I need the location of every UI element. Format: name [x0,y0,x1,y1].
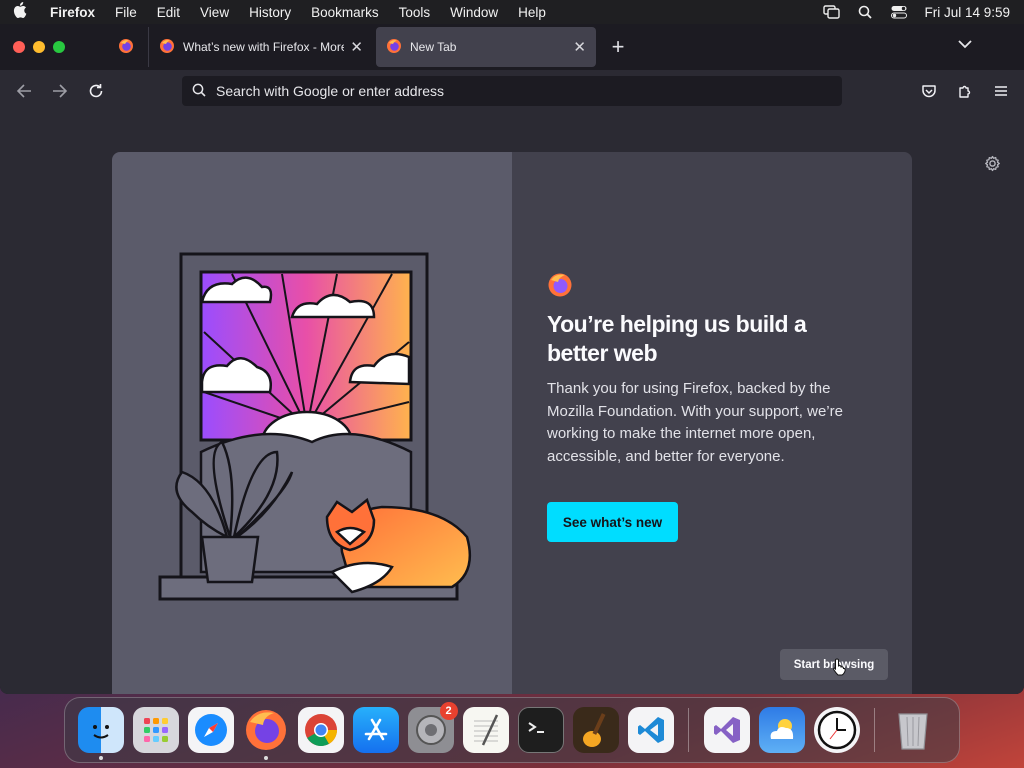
menu-file[interactable]: File [105,5,147,20]
tab-close-icon[interactable]: ✕ [573,38,586,56]
forward-arrow-icon[interactable] [42,76,78,106]
illustration-pane [112,152,512,694]
terminal-icon[interactable] [517,707,564,753]
minimize-window-button[interactable] [33,41,45,53]
launchpad-icon[interactable] [132,707,179,753]
pinned-tab[interactable] [104,27,148,67]
running-indicator [98,756,103,760]
control-center-icon[interactable] [890,5,908,19]
menu-tools[interactable]: Tools [389,5,441,20]
tab-new-tab[interactable]: New Tab ✕ [376,27,596,67]
extensions-puzzle-icon[interactable] [952,76,978,106]
gear-icon[interactable] [984,155,1001,177]
tab-bar: What’s new with Firefox - More ✕ New Tab… [0,24,1024,70]
reload-icon[interactable] [78,76,114,106]
firefox-logo-icon [547,272,573,303]
menubar-clock[interactable]: Fri Jul 14 9:59 [924,5,1010,20]
onboarding-heading: You’re helping us build a better web [547,311,807,366]
tab-title: What’s new with Firefox - More [183,40,345,54]
menu-edit[interactable]: Edit [147,5,190,20]
vscode-icon[interactable] [627,707,674,753]
menu-bookmarks[interactable]: Bookmarks [301,5,389,20]
firefox-icon[interactable] [243,707,289,760]
onboarding-body-text: Thank you for using Firefox, backed by t… [547,380,843,465]
see-whats-new-button[interactable]: See what’s new [547,502,678,542]
menu-help[interactable]: Help [508,5,556,20]
search-icon [192,83,206,100]
visual-studio-icon[interactable] [703,707,750,753]
macos-dock: 2 [64,697,960,763]
firefox-favicon-icon [118,38,134,57]
running-indicator [263,756,268,760]
mouse-pointer-icon [832,658,846,681]
new-tab-page: You’re helping us build a better web Tha… [0,112,1024,694]
back-arrow-icon[interactable] [6,76,42,106]
menu-window[interactable]: Window [440,5,508,20]
fox-window-illustration [158,252,472,601]
menu-bar: Firefox File Edit View History Bookmarks… [0,0,1024,24]
menu-app-name[interactable]: Firefox [40,5,105,20]
chrome-icon[interactable] [297,707,344,753]
safari-icon[interactable] [187,707,234,753]
notification-badge: 2 [439,702,458,720]
navigation-toolbar: Search with Google or enter address [0,70,1024,112]
hamburger-menu-icon[interactable] [988,76,1014,106]
zoom-window-button[interactable] [53,41,65,53]
system-settings-icon[interactable]: 2 [407,702,458,753]
tab-close-icon[interactable]: ✕ [350,38,363,56]
firefox-window: What’s new with Firefox - More ✕ New Tab… [0,24,1024,694]
firefox-favicon-icon [159,38,175,57]
new-tab-plus-icon[interactable]: + [596,34,640,60]
list-all-tabs-chevron-icon[interactable] [958,36,972,52]
weather-icon[interactable] [758,707,805,753]
address-bar-placeholder: Search with Google or enter address [216,83,445,99]
address-bar[interactable]: Search with Google or enter address [182,76,842,106]
finder-icon[interactable] [77,707,124,760]
tab-whats-new[interactable]: What’s new with Firefox - More ✕ [148,27,373,67]
screen-mirroring-icon[interactable] [822,5,840,19]
firefox-favicon-icon [386,38,402,57]
apple-menu-icon[interactable] [0,1,40,23]
clock-icon[interactable] [813,707,860,753]
tab-title: New Tab [410,40,457,54]
spotlight-search-icon[interactable] [856,5,874,19]
toolbar-right-group [916,76,1014,106]
app-store-icon[interactable] [352,707,399,753]
garageband-icon[interactable] [572,707,619,753]
dock-separator [874,708,875,752]
menu-view[interactable]: View [190,5,239,20]
close-window-button[interactable] [13,41,25,53]
pocket-icon[interactable] [916,76,942,106]
trash-icon[interactable] [890,707,936,753]
dock-separator [688,708,689,752]
textedit-icon[interactable] [462,707,509,753]
window-controls [0,41,104,53]
content-pane: You’re helping us build a better web Tha… [512,152,912,694]
menu-history[interactable]: History [239,5,301,20]
onboarding-modal: You’re helping us build a better web Tha… [112,152,912,694]
